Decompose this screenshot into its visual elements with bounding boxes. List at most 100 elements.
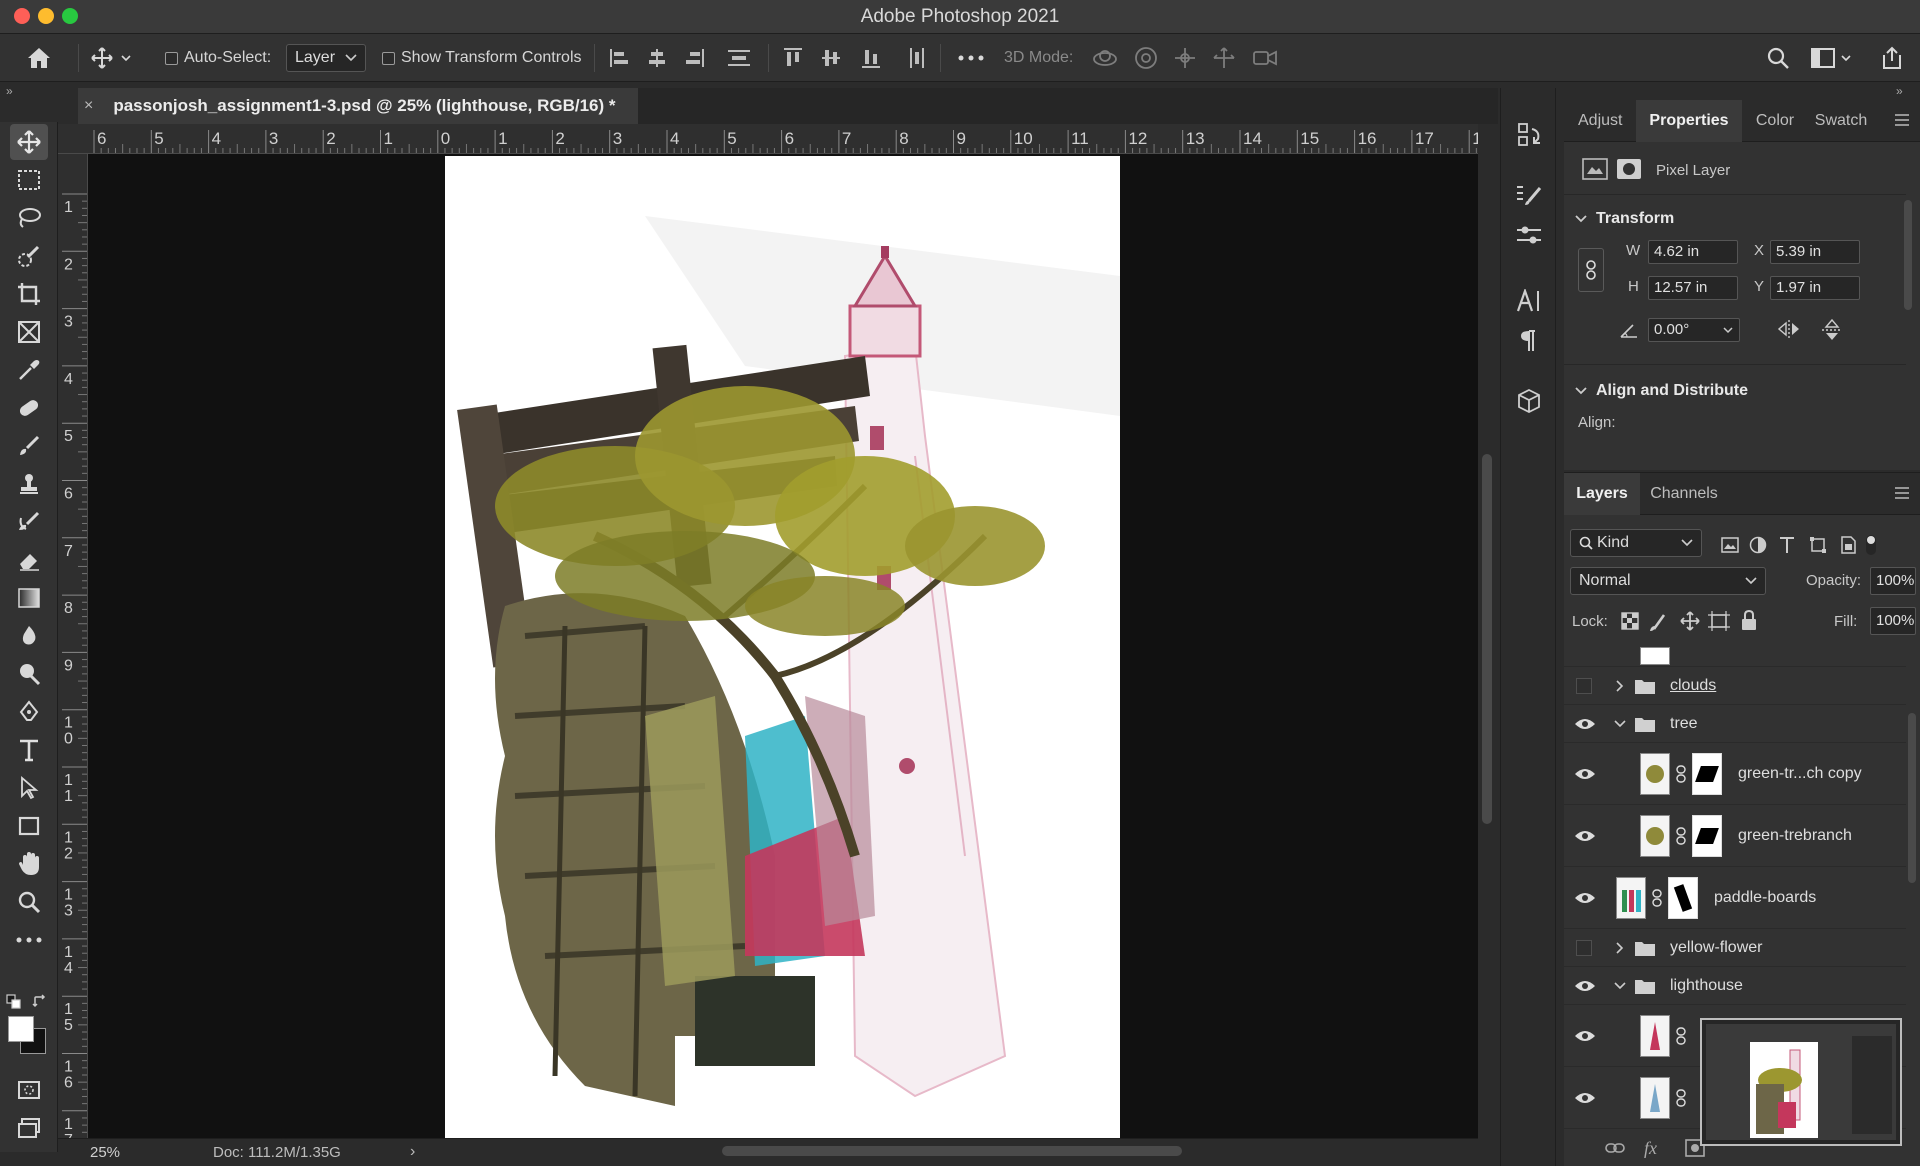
opacity-field[interactable]: 100%	[1870, 567, 1916, 595]
chevron-down-icon[interactable]	[1614, 720, 1626, 728]
chain-link-icon[interactable]	[1676, 765, 1686, 783]
eye-icon[interactable]	[1574, 979, 1596, 993]
visibility-toggle-clouds[interactable]	[1576, 678, 1592, 694]
move-tool-icon[interactable]	[10, 124, 48, 160]
filter-smart-object-icon[interactable]	[1841, 536, 1856, 554]
blur-tool-icon[interactable]	[10, 618, 48, 654]
x-field[interactable]: 5.39 in	[1770, 240, 1860, 264]
lock-all-icon[interactable]	[1742, 609, 1756, 630]
layer-mask-thumbnail[interactable]	[1692, 753, 1722, 795]
tab-properties[interactable]: Properties	[1636, 100, 1742, 142]
lock-position-icon[interactable]	[1680, 611, 1700, 631]
layer-row-green-tree-branch-copy[interactable]: green-tr...ch copy	[1564, 743, 1906, 805]
eye-icon[interactable]	[1574, 891, 1596, 905]
layer-row-tree[interactable]: tree	[1564, 705, 1906, 743]
align-left-icon[interactable]	[610, 49, 628, 67]
align-right-icon[interactable]	[686, 49, 704, 67]
layer-row-lighthouse[interactable]: lighthouse	[1564, 967, 1906, 1005]
history-brush-tool-icon[interactable]	[10, 504, 48, 540]
layers-scrollbar[interactable]	[1908, 713, 1916, 883]
path-selection-tool-icon[interactable]	[10, 770, 48, 806]
3d-panel-icon[interactable]	[1511, 384, 1547, 418]
expand-toolbar-icon[interactable]: »	[6, 84, 13, 98]
tab-channels[interactable]: Channels	[1646, 473, 1722, 515]
frame-tool-icon[interactable]	[10, 314, 48, 350]
layer-filter-dropdown[interactable]: Kind	[1570, 529, 1702, 557]
align-top-icon[interactable]	[784, 48, 802, 66]
eye-icon[interactable]	[1574, 1029, 1596, 1043]
layer-row-partial[interactable]	[1564, 645, 1906, 667]
swap-colors-icon[interactable]	[32, 994, 48, 1010]
auto-select-checkbox[interactable]: Auto-Select:	[165, 34, 271, 82]
zoom-level[interactable]: 25%	[90, 1144, 120, 1161]
layer-row-paddle-boards[interactable]: paddle-boards	[1564, 867, 1906, 929]
fill-field[interactable]: 100%	[1870, 607, 1916, 635]
vertical-scrollbar[interactable]	[1478, 124, 1498, 1138]
layer-mask-thumbnail[interactable]	[1668, 877, 1698, 919]
chain-link-icon[interactable]	[1676, 1027, 1686, 1045]
eraser-tool-icon[interactable]	[10, 542, 48, 578]
document-tab[interactable]: × passonjosh_assignment1-3.psd @ 25% (li…	[78, 88, 638, 124]
default-colors-icon[interactable]	[6, 994, 22, 1010]
filter-type-icon[interactable]	[1780, 537, 1794, 553]
foreground-color-swatch[interactable]	[8, 1016, 34, 1042]
3d-pan-icon[interactable]	[1175, 48, 1195, 68]
lock-artboard-icon[interactable]	[1708, 611, 1730, 631]
tab-adjustments[interactable]: Adjust	[1578, 100, 1636, 142]
align-section-toggle[interactable]: Align and Distribute	[1574, 382, 1748, 400]
zoom-tool-icon[interactable]	[10, 884, 48, 920]
edit-toolbar-icon[interactable]	[10, 922, 48, 958]
3d-camera-icon[interactable]	[1253, 50, 1277, 66]
vertical-scrollbar-thumb[interactable]	[1482, 454, 1492, 824]
lasso-tool-icon[interactable]	[10, 200, 48, 236]
quick-mask-icon[interactable]	[10, 1072, 48, 1108]
move-tool-preset-icon[interactable]	[90, 34, 134, 82]
chevron-right-icon[interactable]	[1616, 680, 1624, 692]
type-tool-icon[interactable]	[10, 732, 48, 768]
share-icon[interactable]	[1880, 34, 1904, 82]
show-transform-checkbox[interactable]: Show Transform Controls	[382, 34, 582, 82]
3d-orbit-icon[interactable]	[1093, 50, 1117, 66]
layer-effects-icon[interactable]: fx	[1644, 1138, 1657, 1158]
eyedropper-tool-icon[interactable]	[10, 352, 48, 388]
tab-swatches[interactable]: Swatch	[1808, 100, 1874, 142]
pen-tool-icon[interactable]	[10, 694, 48, 730]
eye-icon[interactable]	[1574, 829, 1596, 843]
marquee-tool-icon[interactable]	[10, 162, 48, 198]
distribute-vertical-icon[interactable]	[910, 48, 924, 68]
dodge-tool-icon[interactable]	[10, 656, 48, 692]
quick-selection-tool-icon[interactable]	[10, 238, 48, 274]
transform-section-toggle[interactable]: Transform	[1574, 210, 1674, 228]
screen-mode-icon[interactable]	[10, 1110, 48, 1146]
rectangle-tool-icon[interactable]	[10, 808, 48, 844]
crop-tool-icon[interactable]	[10, 276, 48, 312]
navigator-preview[interactable]	[1700, 1018, 1902, 1146]
gradient-tool-icon[interactable]	[10, 580, 48, 616]
3d-slide-icon[interactable]	[1213, 47, 1235, 68]
chevron-down-icon[interactable]	[1614, 982, 1626, 990]
eye-icon[interactable]	[1574, 1091, 1596, 1105]
align-bottom-icon[interactable]	[862, 50, 880, 68]
align-center-icon[interactable]	[649, 49, 665, 67]
chevron-right-icon[interactable]	[1616, 942, 1624, 954]
angle-field[interactable]: 0.00°	[1648, 318, 1740, 342]
search-icon[interactable]	[1766, 34, 1790, 82]
layers-panel-menu-icon[interactable]	[1894, 487, 1910, 499]
height-field[interactable]: 12.57 in	[1648, 276, 1738, 300]
link-dimensions-button[interactable]	[1578, 248, 1604, 292]
layer-row-clouds[interactable]: clouds	[1564, 667, 1906, 705]
auto-select-target-dropdown[interactable]: Layer	[286, 44, 366, 72]
visibility-toggle-yellow-flower[interactable]	[1576, 940, 1592, 956]
tab-layers[interactable]: Layers	[1564, 473, 1640, 515]
brush-settings-panel-icon[interactable]	[1511, 178, 1547, 212]
document-canvas[interactable]	[445, 156, 1120, 1138]
properties-scrollbar[interactable]	[1904, 200, 1912, 310]
chain-link-icon[interactable]	[1652, 889, 1662, 907]
character-panel-icon[interactable]	[1511, 284, 1547, 318]
clone-stamp-tool-icon[interactable]	[10, 466, 48, 502]
eye-icon[interactable]	[1574, 717, 1596, 731]
lock-image-icon[interactable]	[1650, 614, 1666, 631]
close-tab-icon[interactable]: ×	[84, 97, 93, 115]
flip-horizontal-icon[interactable]	[1776, 318, 1802, 340]
home-icon[interactable]	[26, 34, 52, 82]
